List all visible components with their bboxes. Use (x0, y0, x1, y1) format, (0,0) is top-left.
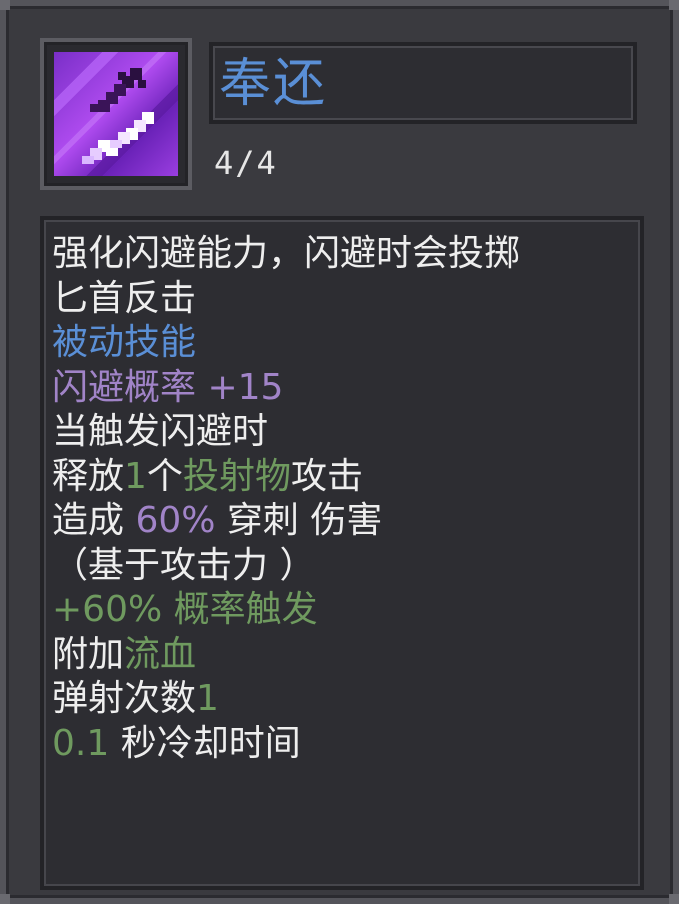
cooldown-label: 秒冷却时间 (109, 722, 301, 764)
damage-pre: 造成 (52, 500, 136, 541)
damage-line: 造成 60% 穿刺 伤害 (52, 499, 632, 544)
stat-value: +15 (207, 366, 284, 408)
skill-name: 奉还 (219, 54, 328, 114)
release-pre: 释放 (52, 455, 125, 497)
damage-percent: 60% (135, 500, 216, 541)
chance-line: +60% 概率触发 (52, 589, 318, 630)
panel-corner (669, 894, 679, 904)
description-line: 匕首反击 (52, 277, 197, 319)
skill-name-box: 奉还 (209, 42, 637, 124)
projectile-keyword: 投射物 (182, 455, 291, 497)
bounce-label: 弹射次数 (52, 678, 197, 719)
stat-line: 闪避概率 +15 (52, 366, 632, 411)
panel-corner (0, 0, 10, 10)
skill-description: 强化闪避能力，闪避时会投掷 匕首反击 被动技能 闪避概率 +15 当触发闪避时 … (52, 232, 632, 766)
release-post: 攻击 (290, 455, 363, 497)
skill-level: 4/4 (214, 144, 278, 182)
bounce-line: 弹射次数1 (52, 677, 632, 722)
skill-description-box: 强化闪避能力，闪避时会投掷 匕首反击 被动技能 闪避概率 +15 当触发闪避时 … (40, 216, 644, 890)
panel-corner (0, 894, 10, 904)
cooldown-value: 0.1 (52, 722, 110, 764)
release-mid: 个 (146, 455, 183, 497)
projectile-count: 1 (124, 455, 147, 497)
skill-tooltip-panel: 奉还 4/4 强化闪避能力，闪避时会投掷 匕首反击 被动技能 闪避概率 +15 … (0, 0, 679, 904)
basis-line: （基于攻击力 ） (52, 544, 316, 586)
extra-pre: 附加 (52, 633, 125, 675)
trigger-line: 当触发闪避时 (52, 411, 269, 452)
description-line: 强化闪避能力，闪避时会投掷 (52, 233, 521, 274)
skill-icon-frame (40, 38, 192, 190)
bleed-keyword: 流血 (124, 633, 197, 675)
damage-post: 穿刺 伤害 (215, 500, 383, 541)
purple-dagger-skill-icon (54, 52, 178, 176)
panel-corner (669, 0, 679, 10)
bounce-value: 1 (196, 678, 219, 719)
stat-label: 闪避概率 (52, 366, 197, 408)
extra-line: 附加流血 (52, 633, 632, 678)
release-line: 释放1个投射物攻击 (52, 455, 632, 500)
skill-type: 被动技能 (52, 322, 197, 363)
cooldown-line: 0.1 秒冷却时间 (52, 722, 632, 767)
